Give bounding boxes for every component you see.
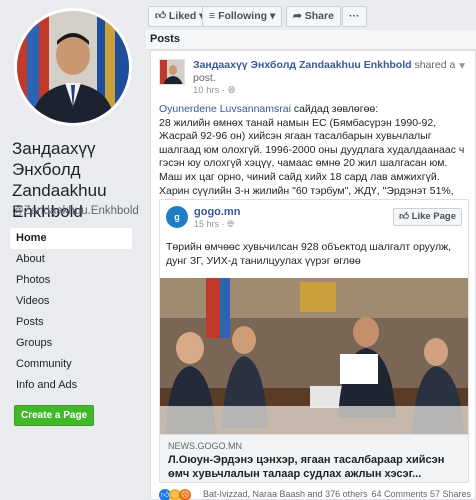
- reaction-names[interactable]: Bat-Ivizzad, Naraa Baash and 376 others: [203, 489, 368, 499]
- share-button[interactable]: ➦ Share: [286, 6, 341, 27]
- page-actions: 👍︎ Liked ▾ ≡ Following ▾ ➦ Share ···: [146, 0, 476, 28]
- article-photo[interactable]: [160, 278, 468, 434]
- mention-link[interactable]: Oyunerdene Luvsannamsrai: [159, 103, 291, 115]
- liked-label: Liked: [168, 10, 197, 22]
- source-time: 15 hrs · 🌐︎: [194, 219, 234, 230]
- link-title[interactable]: Л.Оюун-Эрдэнэ цэнхэр, ягаан тасалбараар …: [168, 453, 462, 481]
- nav-item-photos[interactable]: Photos: [10, 270, 132, 291]
- following-button[interactable]: ≡ Following ▾: [202, 6, 283, 27]
- like-page-button[interactable]: 👍︎ Like Page: [393, 208, 462, 226]
- nav-item-community[interactable]: Community: [10, 354, 132, 375]
- post-body: Oyunerdene Luvsannamsrai сайдад зөвлөгөө…: [159, 103, 471, 212]
- thumbs-up-icon: 👍︎: [155, 10, 166, 22]
- like-page-label: Like Page: [411, 211, 456, 222]
- mention-suffix: сайдад зөвлөгөө:: [290, 103, 379, 115]
- author-avatar-image: [160, 60, 184, 84]
- post-options-icon[interactable]: ▼: [457, 61, 467, 72]
- gogo-logo-icon[interactable]: g: [166, 206, 188, 228]
- rss-icon: ≡: [209, 10, 216, 22]
- source-name[interactable]: gogo.mn: [194, 206, 240, 218]
- angry-reaction-icon: ☹: [179, 489, 191, 500]
- comment-share-counts[interactable]: 64 Comments 57 Shares: [371, 489, 471, 499]
- profile-sidebar: Зандаахүү Энхболд Zandaakhuu Enkhbold @Z…: [0, 0, 140, 500]
- meeting-photo: [160, 278, 468, 434]
- thumbs-up-icon: 👍︎: [399, 211, 409, 222]
- link-domain: NEWS.GOGO.MN: [168, 441, 242, 451]
- post-author-link[interactable]: Зандаахүү Энхболд Zandaakhuu Enkhbold: [193, 59, 412, 71]
- page-handle[interactable]: @Zandaakhuu.Enkhbold: [12, 205, 139, 217]
- reactions-bar: 👍︎ ☺ ☹ Bat-Ivizzad, Naraa Baash and 376 …: [159, 489, 471, 500]
- post-card: Зандаахүү Энхболд Zandaakhuu Enkhbold sh…: [150, 50, 476, 500]
- share-icon: ➦: [293, 10, 302, 22]
- share-label: Share: [304, 10, 334, 22]
- reaction-icons[interactable]: 👍︎ ☺ ☹: [159, 489, 199, 500]
- following-label: Following: [218, 10, 268, 22]
- source-time-text: 15 hrs ·: [194, 219, 225, 229]
- chevron-down-icon: ▾: [269, 10, 276, 22]
- shared-post-text: Төрийн өмчөөс хувьчилсан 928 объектод ша…: [166, 241, 452, 267]
- page-nav: Home About Photos Videos Posts Groups Co…: [10, 228, 132, 396]
- nav-item-about[interactable]: About: [10, 249, 132, 270]
- profile-photo-image: [17, 11, 129, 123]
- author-avatar[interactable]: [159, 59, 185, 85]
- profile-photo: [17, 11, 129, 123]
- post-timestamp[interactable]: 10 hrs · 🌐︎: [193, 85, 235, 96]
- nav-item-home[interactable]: Home: [10, 228, 132, 249]
- nav-item-info-and-ads[interactable]: Info and Ads: [10, 375, 132, 396]
- posts-section-title: Posts: [146, 30, 476, 50]
- create-page-button[interactable]: Create a Page: [14, 405, 95, 426]
- link-preview-footer[interactable]: NEWS.GOGO.MN Л.Оюун-Эрдэнэ цэнхэр, ягаан…: [160, 434, 468, 482]
- profile-avatar[interactable]: [14, 8, 132, 126]
- post-time[interactable]: 10 hrs ·: [193, 85, 225, 96]
- globe-icon: 🌐︎: [227, 219, 235, 229]
- nav-item-posts[interactable]: Posts: [10, 312, 132, 333]
- main-column: 👍︎ Liked ▾ ≡ Following ▾ ➦ Share ··· Pos…: [146, 0, 476, 500]
- shared-post-card[interactable]: g gogo.mn 15 hrs · 🌐︎ 👍︎ Like Page Төрий…: [159, 199, 469, 483]
- more-button[interactable]: ···: [342, 6, 367, 27]
- post-body-text: 28 жилийн өмнөх танай намын ЕС (Бямбасүр…: [159, 116, 465, 211]
- nav-item-videos[interactable]: Videos: [10, 291, 132, 312]
- nav-item-groups[interactable]: Groups: [10, 333, 132, 354]
- globe-icon: 🌐︎: [227, 85, 236, 96]
- post-header: Зандаахүү Энхболд Zandaakhuu Enkhbold sh…: [193, 59, 473, 85]
